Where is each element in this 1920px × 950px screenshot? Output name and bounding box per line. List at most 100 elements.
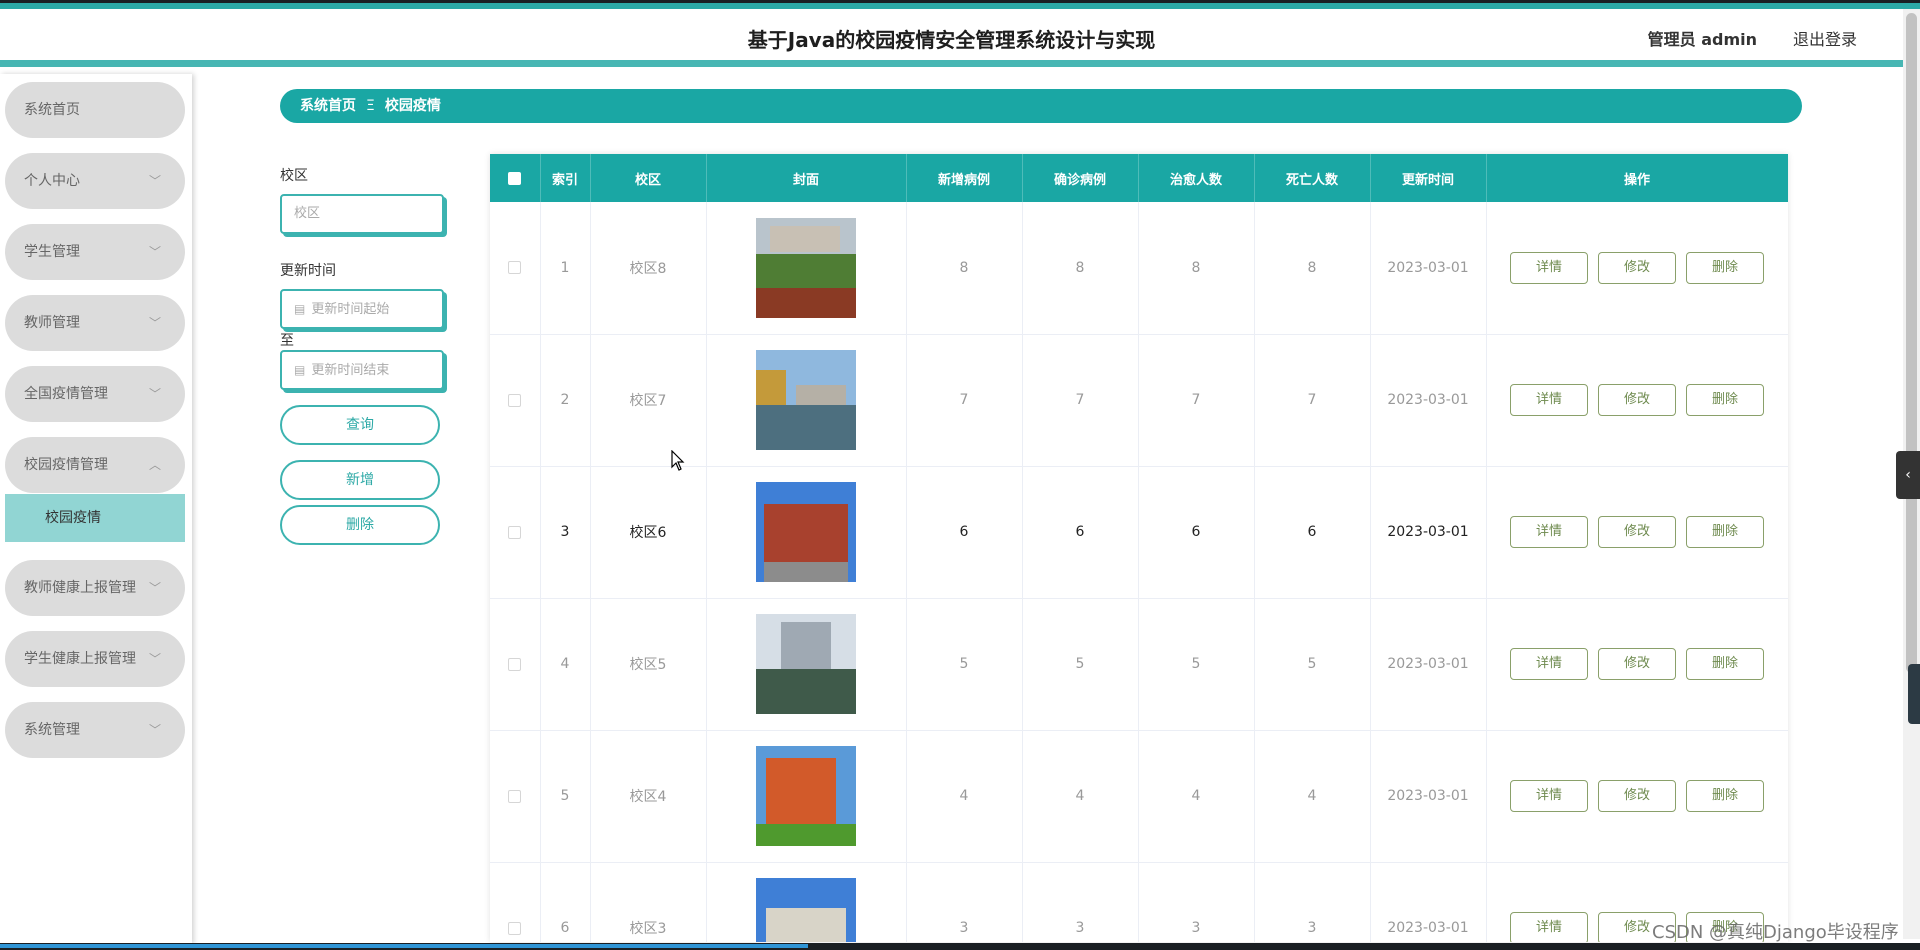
edit-button[interactable]: 修改 [1598,251,1676,284]
cell-index: 4 [540,598,591,731]
cell-confirmed: 4 [1022,730,1139,863]
sidebar-item-teacher-health[interactable]: 教师健康上报管理 ﹀ [5,560,185,616]
table-row: 6 校区3 3 3 3 3 2023-03-01 详情 修改 删除 [490,862,1788,942]
cell-deaths: 3 [1254,862,1371,942]
cell-cover [706,466,907,599]
page-title: 基于Java的校园疫情安全管理系统设计与实现 [747,28,1156,52]
select-all-cell[interactable] [490,154,541,202]
cell-index: 2 [540,334,591,467]
row-checkbox[interactable] [508,921,522,935]
calendar-icon: ▤ [294,302,306,316]
cell-index: 3 [540,466,591,599]
edit-button[interactable]: 修改 [1598,780,1676,812]
detail-button[interactable]: 详情 [1510,251,1588,284]
row-checkbox[interactable] [508,657,522,671]
chevron-down-icon: ﹀ [148,652,161,666]
column-header-confirmed: 确诊病例 [1022,154,1139,202]
row-checkbox[interactable] [508,789,522,803]
submenu-item-campus-epidemic[interactable]: 校园疫情 [5,494,185,542]
sidebar-item-label: 系统首页 [24,102,80,118]
sidebar: 系统首页 个人中心 ﹀ 学生管理 ﹀ 教师管理 ﹀ 全国疫情管理 ﹀ 校园疫情管理 ︿ 校… [0,74,192,944]
column-header-campus: 校区 [590,154,707,202]
select-all-checkbox[interactable] [508,171,522,185]
column-header-new-cases: 新增病例 [906,154,1023,202]
time-start-input[interactable]: ▤ 更新时间起始 [280,289,444,329]
chevron-left-icon: ‹ [1905,467,1911,483]
submenu-item-label: 校园疫情 [45,510,101,526]
cell-deaths: 6 [1254,466,1371,599]
sidebar-item-label: 教师管理 [24,315,80,331]
logout-link[interactable]: 退出登录 [1793,26,1857,50]
side-collapse-tab[interactable]: ‹ [1896,451,1920,499]
cell-cover [706,334,907,467]
sidebar-item-label: 教师健康上报管理 [24,580,136,596]
sidebar-item-home[interactable]: 系统首页 [5,82,185,138]
cell-confirmed: 7 [1022,334,1139,467]
row-select-cell[interactable] [490,598,541,731]
breadcrumb: 系统首页 Ξ 校园疫情 [280,89,1802,123]
time-start-placeholder: 更新时间起始 [311,302,390,317]
detail-button[interactable]: 详情 [1510,780,1588,812]
breadcrumb-home[interactable]: 系统首页 [300,98,356,114]
breadcrumb-current: 校园疫情 [384,98,441,114]
row-select-cell[interactable] [490,334,541,467]
sidebar-item-student-health[interactable]: 学生健康上报管理 ﹀ [5,631,185,687]
table-row: 1 校区8 8 8 8 8 2023-03-01 详情 修改 删除 [490,202,1788,335]
edit-button[interactable]: 修改 [1598,648,1676,680]
cell-cured: 6 [1138,466,1255,599]
delete-button[interactable]: 删除 [1686,384,1764,416]
bottom-progress-bar [0,943,1920,950]
cell-confirmed: 6 [1022,466,1139,599]
delete-button[interactable]: 删除 [1686,516,1764,548]
row-checkbox[interactable] [508,261,522,275]
edit-button[interactable]: 修改 [1598,516,1676,548]
delete-button[interactable]: 删除 [1686,251,1764,284]
row-select-cell[interactable] [490,730,541,863]
detail-button[interactable]: 详情 [1510,648,1588,680]
row-select-cell[interactable] [490,466,541,599]
detail-button[interactable]: 详情 [1510,384,1588,416]
top-accent-bar [0,0,1920,9]
time-end-input[interactable]: ▤ 更新时间结束 [280,350,444,390]
campus-input[interactable]: 校区 [280,194,444,234]
column-header-index: 索引 [540,154,591,202]
cell-cured: 4 [1138,730,1255,863]
sidebar-item-students[interactable]: 学生管理 ﹀ [5,224,185,280]
cell-deaths: 5 [1254,598,1371,731]
detail-button[interactable]: 详情 [1510,912,1588,942]
row-select-cell[interactable] [490,862,541,942]
cell-updated: 2023-03-01 [1370,862,1487,942]
sidebar-item-label: 系统管理 [24,722,80,738]
row-select-cell[interactable] [490,202,541,335]
breadcrumb-separator-icon: Ξ [366,98,375,114]
row-checkbox[interactable] [508,525,522,539]
scrollbar-thumb[interactable] [1906,13,1917,673]
calendar-icon: ▤ [294,363,306,377]
sidebar-item-campus-epidemic[interactable]: 校园疫情管理 ︿ [5,437,185,493]
row-checkbox[interactable] [508,393,522,407]
edit-button[interactable]: 修改 [1598,384,1676,416]
column-header-cover: 封面 [706,154,907,202]
batch-delete-button[interactable]: 删除 [280,505,440,545]
query-button[interactable]: 查询 [280,405,440,445]
campus-input-placeholder: 校区 [294,206,321,221]
cell-confirmed: 8 [1022,202,1139,335]
table-header-row: 索引 校区 封面 新增病例 确诊病例 治愈人数 死亡人数 更新时间 操作 [490,154,1788,202]
delete-button[interactable]: 删除 [1686,648,1764,680]
sidebar-item-system[interactable]: 系统管理 ﹀ [5,702,185,758]
sidebar-item-national-epidemic[interactable]: 全国疫情管理 ﹀ [5,366,185,422]
sidebar-item-profile[interactable]: 个人中心 ﹀ [5,153,185,209]
cover-image [756,878,856,942]
time-filter-label: 更新时间 [280,263,336,279]
side-tool-tab[interactable] [1908,664,1920,724]
campus-filter-label: 校区 [280,168,308,184]
column-header-actions: 操作 [1486,154,1788,202]
chevron-up-icon: ︿ [148,458,161,472]
delete-button[interactable]: 删除 [1686,780,1764,812]
sidebar-item-label: 校园疫情管理 [24,457,108,473]
detail-button[interactable]: 详情 [1510,516,1588,548]
cell-actions: 详情 修改 删除 [1486,730,1788,863]
sidebar-item-teachers[interactable]: 教师管理 ﹀ [5,295,185,351]
column-header-updated: 更新时间 [1370,154,1487,202]
add-button[interactable]: 新增 [280,460,440,500]
